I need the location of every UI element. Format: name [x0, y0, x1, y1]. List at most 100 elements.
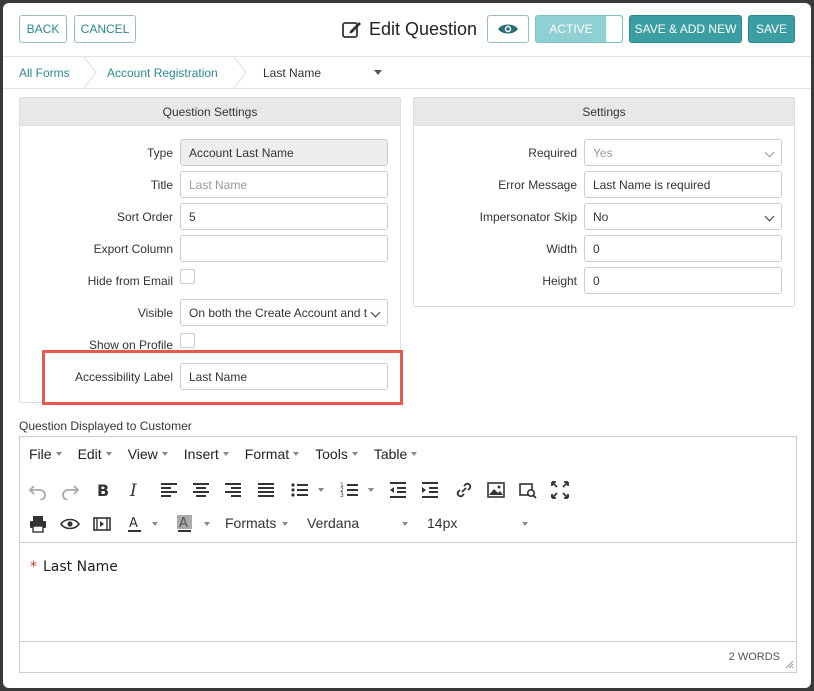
- bullet-list-icon[interactable]: [290, 480, 310, 500]
- preview-icon[interactable]: [60, 514, 80, 534]
- title-label: Title: [150, 178, 173, 192]
- chevron-down-icon[interactable]: [204, 522, 210, 526]
- chevron-down-icon: [351, 451, 358, 456]
- visible-select[interactable]: On both the Create Account and t: [180, 299, 388, 326]
- sort-order-label: Sort Order: [116, 210, 173, 224]
- type-label: Type: [146, 146, 173, 160]
- active-toggle[interactable]: ACTIVE: [535, 15, 623, 43]
- chevron-down-icon[interactable]: [152, 522, 158, 526]
- word-count: 2 WORDS: [728, 651, 780, 663]
- impersonator-skip-label: Impersonator Skip: [479, 210, 577, 224]
- chevron-down-icon: [522, 522, 528, 526]
- height-input[interactable]: 0: [584, 267, 782, 294]
- export-column-input[interactable]: [180, 235, 388, 262]
- chevron-down-icon: [55, 451, 62, 456]
- menu-view[interactable]: View: [128, 446, 168, 462]
- menu-format-label: Format: [244, 445, 290, 462]
- editor-content-text: Last Name: [43, 559, 118, 575]
- menu-file-label: File: [29, 445, 52, 462]
- toggle-knob: [606, 16, 622, 42]
- save-and-add-new-button[interactable]: SAVE & ADD NEW: [629, 15, 742, 43]
- back-button[interactable]: BACK: [19, 15, 67, 43]
- breadcrumb-item-account-registration[interactable]: Account Registration: [107, 57, 218, 88]
- chevron-down-icon[interactable]: [318, 488, 324, 492]
- preview-button[interactable]: [487, 15, 529, 43]
- menu-insert[interactable]: Insert: [184, 446, 229, 462]
- chevron-down-icon: [222, 451, 229, 456]
- indent-icon[interactable]: [420, 480, 440, 500]
- undo-icon[interactable]: [28, 480, 48, 500]
- align-justify-icon[interactable]: [256, 480, 276, 500]
- svg-text:3: 3: [340, 492, 344, 499]
- editor-menubar: File Edit View Insert Format Tools Table: [20, 437, 796, 470]
- menu-edit-label: Edit: [77, 445, 102, 462]
- formats-dropdown[interactable]: Formats: [225, 515, 276, 531]
- editor-content[interactable]: * Last Name: [20, 542, 796, 642]
- breadcrumb-item-current[interactable]: Last Name: [263, 57, 321, 88]
- chevron-down-icon: [402, 522, 408, 526]
- sort-order-input[interactable]: 5: [180, 203, 388, 230]
- breadcrumb-separator: [233, 57, 247, 88]
- menu-view-label: View: [127, 445, 158, 462]
- highlight-box: [42, 350, 403, 405]
- cancel-button[interactable]: CANCEL: [74, 15, 136, 43]
- outdent-icon[interactable]: [388, 480, 408, 500]
- export-column-label: Export Column: [93, 242, 173, 256]
- question-settings-title: Question Settings: [20, 98, 400, 126]
- hide-from-email-label: Hide from Email: [87, 274, 173, 288]
- svg-text:B: B: [97, 481, 109, 500]
- top-toolbar: BACK CANCEL Edit Question ACTIVE SAVE & …: [3, 3, 811, 56]
- page-title: Edit Question: [369, 18, 478, 39]
- height-label: Height: [542, 274, 577, 288]
- menu-format[interactable]: Format: [244, 445, 300, 462]
- chevron-down-icon: [411, 451, 418, 456]
- impersonator-skip-select[interactable]: No: [584, 203, 782, 230]
- breadcrumb: All Forms Account Registration Last Name: [3, 56, 811, 89]
- text-color-icon[interactable]: A: [125, 514, 145, 534]
- breadcrumb-separator: [83, 57, 97, 88]
- align-left-icon[interactable]: [159, 480, 179, 500]
- image-icon[interactable]: [486, 480, 506, 500]
- menu-edit[interactable]: Edit: [78, 446, 112, 462]
- editor-toolbar-row-1: B I 123: [20, 473, 796, 507]
- menu-tools-label: Tools: [315, 445, 348, 462]
- background-color-icon[interactable]: A: [175, 514, 195, 534]
- chevron-down-icon[interactable]: [374, 70, 382, 75]
- align-right-icon[interactable]: [223, 480, 243, 500]
- svg-text:A: A: [179, 516, 188, 531]
- required-select: Yes: [584, 139, 782, 166]
- save-button[interactable]: SAVE: [748, 15, 795, 43]
- menu-tools[interactable]: Tools: [315, 446, 358, 462]
- menu-insert-label: Insert: [183, 445, 219, 462]
- link-icon[interactable]: [454, 480, 474, 500]
- fullscreen-icon[interactable]: [550, 480, 570, 500]
- media-search-icon[interactable]: [518, 480, 538, 500]
- media-icon[interactable]: [92, 514, 112, 534]
- visible-label: Visible: [137, 306, 173, 320]
- rich-text-editor: File Edit View Insert Format Tools Table…: [19, 436, 797, 673]
- show-on-profile-checkbox[interactable]: [180, 333, 195, 348]
- breadcrumb-item-all-forms[interactable]: All Forms: [19, 57, 70, 88]
- error-message-input[interactable]: Last Name is required: [584, 171, 782, 198]
- redo-icon[interactable]: [60, 480, 80, 500]
- bold-icon[interactable]: B: [93, 480, 113, 500]
- chevron-down-icon: [282, 522, 288, 526]
- width-input[interactable]: 0: [584, 235, 782, 262]
- numbered-list-icon[interactable]: 123: [340, 480, 360, 500]
- resize-grip-icon[interactable]: [784, 659, 794, 669]
- font-size-dropdown[interactable]: 14px: [427, 515, 457, 531]
- type-field: Account Last Name: [180, 139, 388, 166]
- print-icon[interactable]: [28, 514, 48, 534]
- required-marker: *: [30, 559, 37, 575]
- menu-file[interactable]: File: [29, 446, 62, 462]
- align-center-icon[interactable]: [191, 480, 211, 500]
- hide-from-email-checkbox[interactable]: [180, 269, 195, 284]
- italic-icon[interactable]: I: [125, 480, 145, 500]
- edit-question-window: BACK CANCEL Edit Question ACTIVE SAVE & …: [3, 3, 811, 688]
- menu-table[interactable]: Table: [374, 446, 418, 462]
- title-input[interactable]: Last Name: [180, 171, 388, 198]
- font-family-dropdown[interactable]: Verdana: [307, 515, 359, 531]
- page-title-wrap: Edit Question: [341, 17, 477, 41]
- svg-text:I: I: [129, 481, 137, 500]
- chevron-down-icon[interactable]: [368, 488, 374, 492]
